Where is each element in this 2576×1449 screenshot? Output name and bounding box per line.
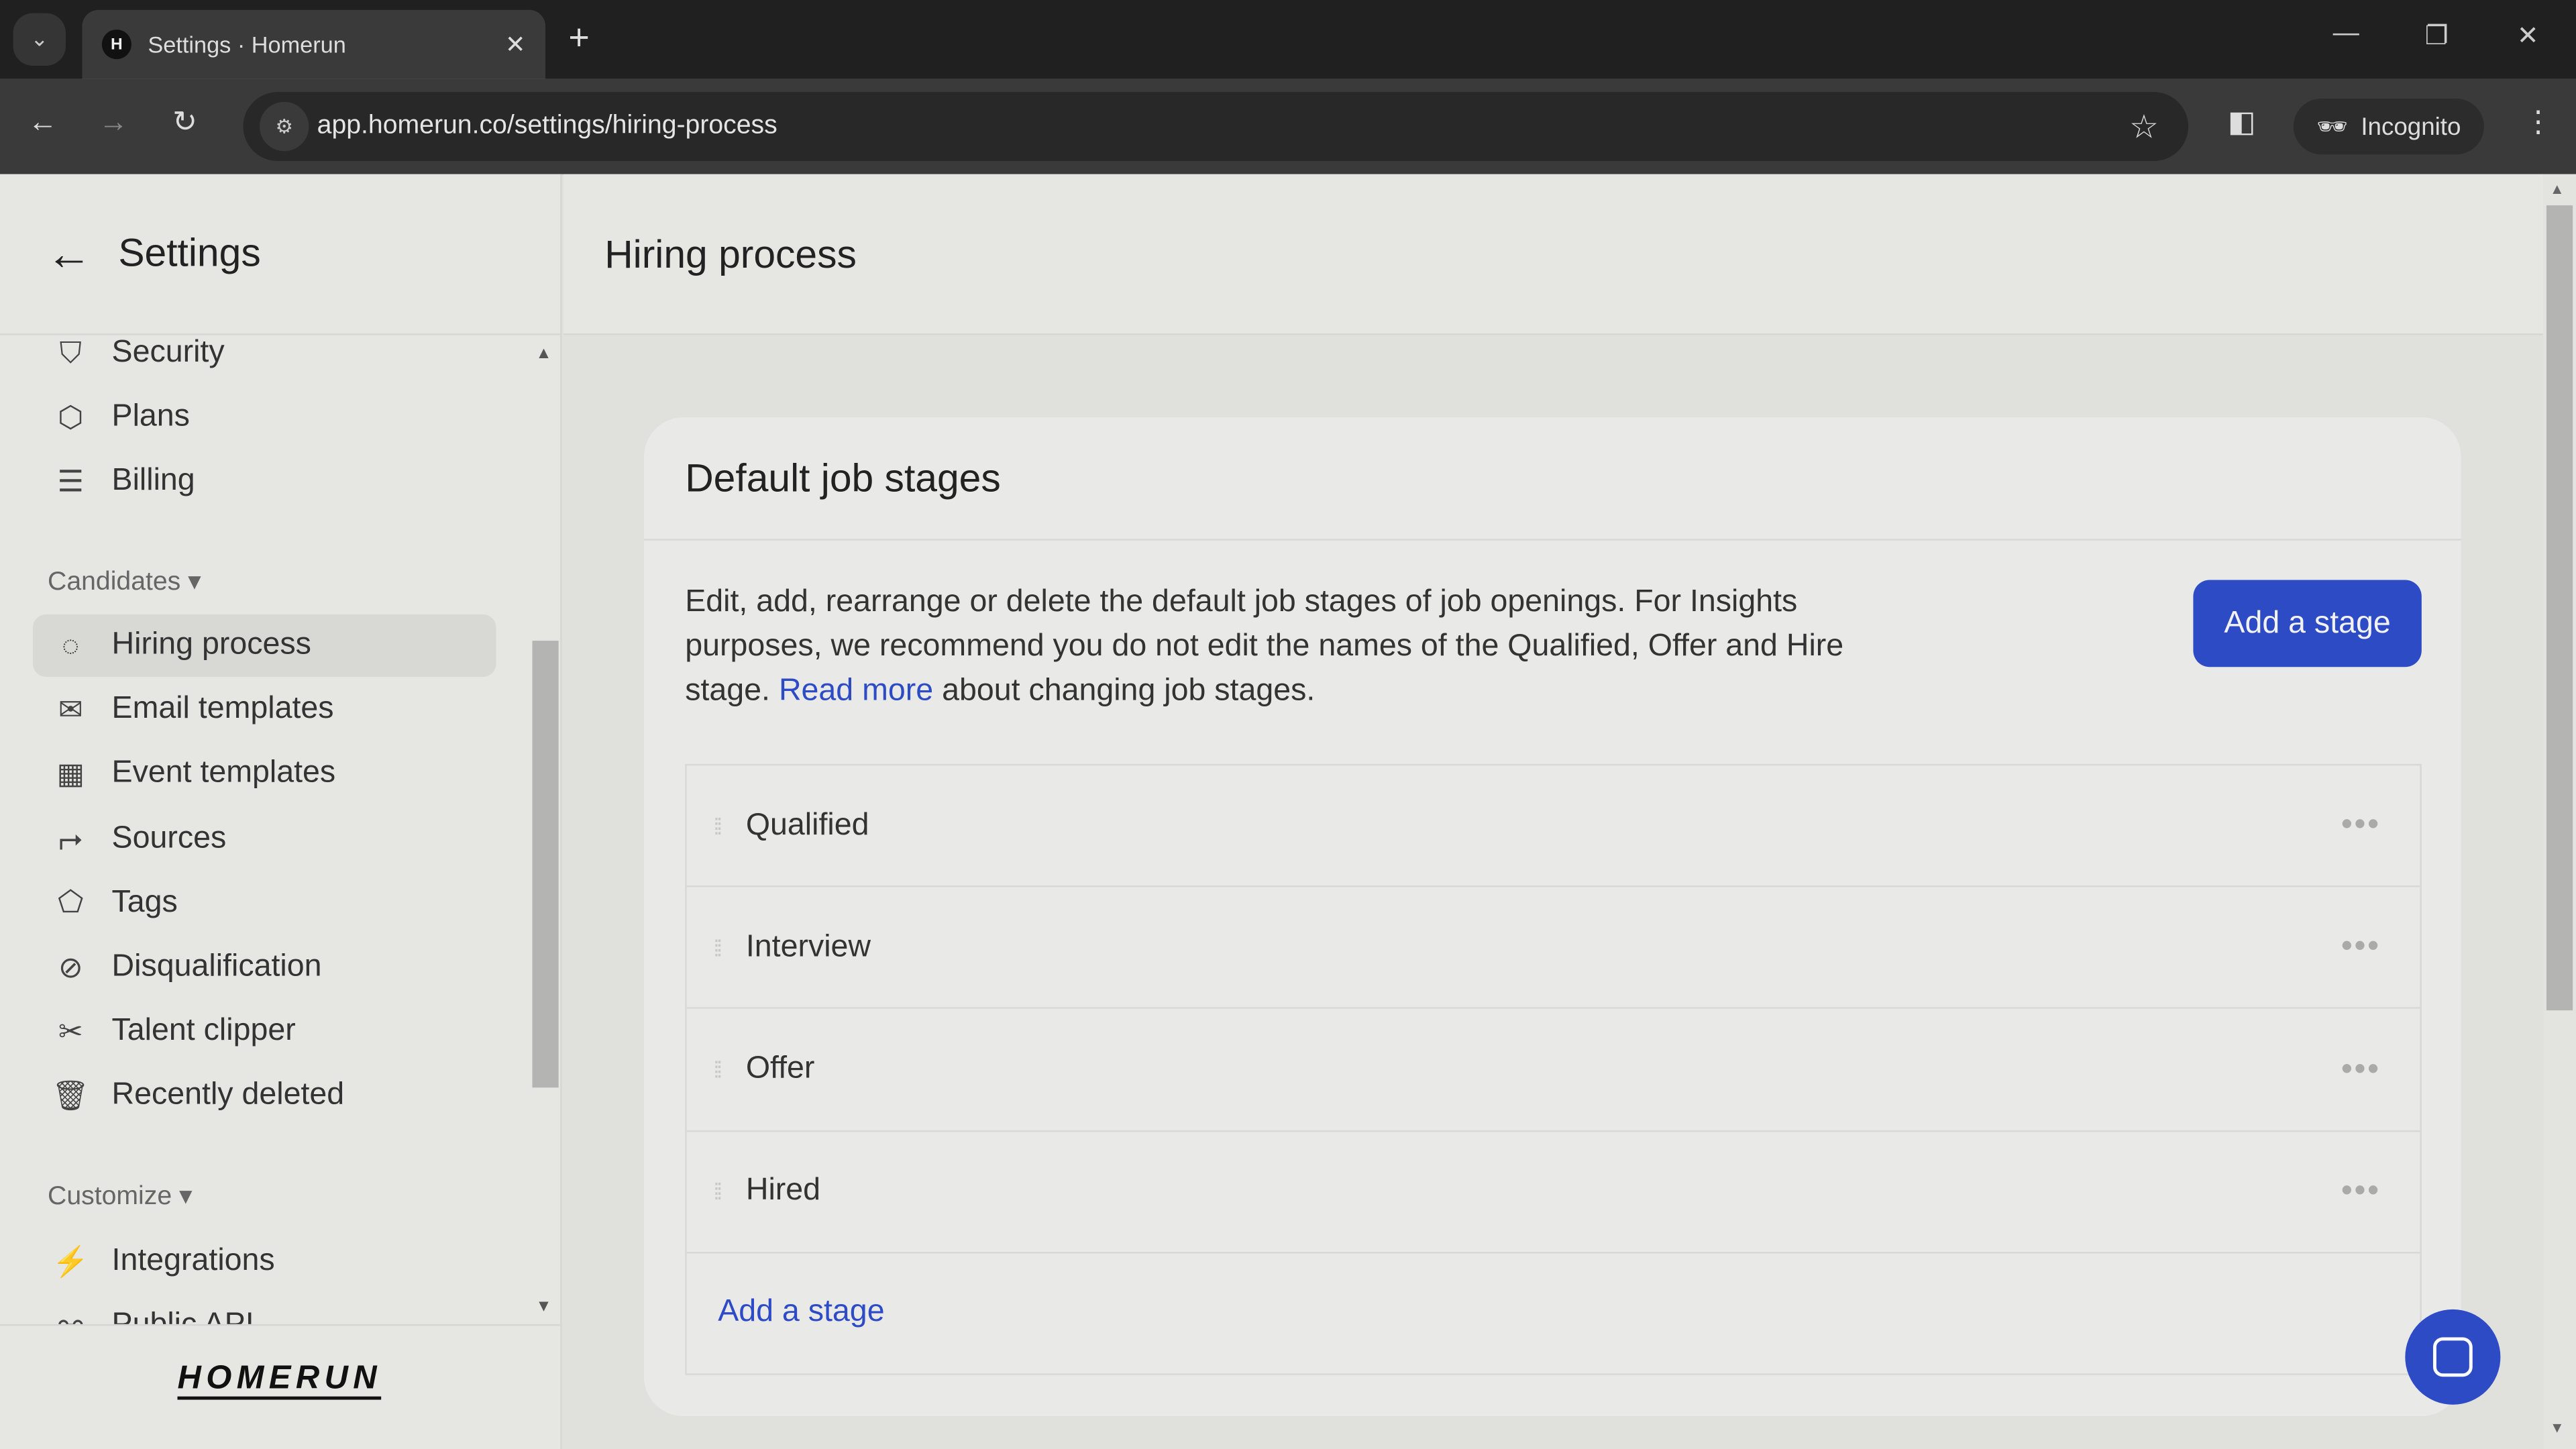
close-window-icon[interactable]: ✕ <box>2517 19 2539 52</box>
card-description: Edit, add, rearrange or delete the defau… <box>685 584 1844 708</box>
more-options-icon[interactable]: ••• <box>2341 1051 2381 1088</box>
default-job-stages-card: Default job stages Edit, add, rearrange … <box>644 417 2461 1417</box>
add-stage-link[interactable]: Add a stage <box>718 1295 884 1331</box>
add-stage-button[interactable]: Add a stage <box>2193 580 2422 667</box>
ban-icon: ⊘ <box>58 950 83 983</box>
homerun-logo: HOMERUN <box>177 1360 382 1400</box>
page-title: Hiring process <box>564 174 2544 335</box>
drag-handle-icon[interactable]: ⁞⁞ <box>687 1180 746 1203</box>
shield-icon: ⛉ <box>59 335 82 369</box>
sidebar-item-label: Billing <box>111 464 195 499</box>
sidebar-item-label: Talent clipper <box>111 1014 296 1049</box>
divider <box>644 539 2461 541</box>
drag-handle-icon[interactable]: ⁞⁞ <box>687 814 746 837</box>
chat-icon <box>2432 1337 2473 1377</box>
group-candidates[interactable]: Candidates ▾ <box>48 565 201 598</box>
page-scroll-down-icon[interactable]: ▼ <box>2550 1419 2565 1436</box>
page-scrollbar-thumb[interactable] <box>2546 205 2573 1011</box>
sidebar-item-disqualification[interactable]: ⊘ Disqualification <box>33 936 496 999</box>
trash-icon: 🗑 <box>52 1079 90 1112</box>
sidebar-item-label: Recently deleted <box>111 1078 345 1113</box>
settings-sidebar: ← Settings ⛉ Security ⬡ Plans ☰ Billing ◌ Hirin… <box>0 174 562 1449</box>
forward-icon[interactable]: → <box>99 105 128 140</box>
menu-icon[interactable]: ⋮ <box>2524 105 2553 140</box>
tag-icon: ⬠ <box>58 885 84 919</box>
sidebar-item-label: Hiring process <box>111 627 311 662</box>
sidebar-item-integrations[interactable]: ⚡ Integrations <box>33 1230 496 1293</box>
calendar-icon: ▦ <box>56 757 85 790</box>
incognito-icon: 🕶 <box>2316 113 2348 142</box>
sidebar-item-billing[interactable]: ☰ Billing <box>33 451 496 513</box>
bookmark-star-icon[interactable]: ☆ <box>2129 106 2159 147</box>
back-icon[interactable]: ← <box>28 105 58 140</box>
address-bar[interactable]: ⚙ app.homerun.co/settings/hiring-process… <box>243 92 2189 162</box>
stage-row[interactable]: ⁞⁞ Qualified ••• <box>686 765 2420 888</box>
stage-name: Offer <box>745 1051 815 1087</box>
chat-button[interactable] <box>2405 1309 2501 1405</box>
sidebar-scrollbar[interactable] <box>532 641 559 1088</box>
sidebar-item-label: Sources <box>111 820 227 855</box>
sidebar-item-event-templates[interactable]: ▦ Event templates <box>33 743 496 806</box>
stage-name: Interview <box>745 929 871 965</box>
read-more-link[interactable]: Read more <box>779 674 933 708</box>
source-icon: ⮣ <box>58 821 83 855</box>
tab-settings[interactable]: H Settings · Homerun ✕ <box>82 9 546 79</box>
stage-row[interactable]: ⁞⁞ Interview ••• <box>686 888 2420 1010</box>
sidebar-item-label: Disqualification <box>111 949 322 984</box>
box-icon: ⬡ <box>58 400 84 433</box>
plug-icon: ⚡ <box>52 1244 89 1278</box>
sidebar-item-plans[interactable]: ⬡ Plans <box>33 386 496 449</box>
sidebar-item-security[interactable]: ⛉ Security <box>33 322 496 384</box>
page-scroll-up-icon[interactable]: ▲ <box>2550 180 2565 197</box>
close-tab-icon[interactable]: ✕ <box>505 30 526 60</box>
group-customize[interactable]: Customize ▾ <box>48 1179 193 1212</box>
more-options-icon[interactable]: ••• <box>2341 1173 2381 1210</box>
sidebar-item-hiring-process[interactable]: ◌ Hiring process <box>32 614 496 677</box>
sidebar-item-talent-clipper[interactable]: ✂ Talent clipper <box>33 1001 496 1063</box>
back-arrow-icon[interactable]: ← <box>46 227 93 280</box>
new-tab-button[interactable]: + <box>568 16 589 59</box>
scissors-icon: ✂ <box>58 1014 83 1048</box>
sidebar-item-label: Tags <box>111 885 178 920</box>
favicon-icon: H <box>101 30 131 60</box>
tab-title: Settings · Homerun <box>148 31 346 58</box>
side-panel-icon[interactable]: ◧ <box>2228 105 2256 140</box>
sidebar-item-label: Email templates <box>111 692 334 727</box>
incognito-badge[interactable]: 🕶 Incognito <box>2293 98 2484 155</box>
stage-name: Hired <box>745 1173 821 1208</box>
minimize-icon[interactable]: — <box>2333 19 2359 49</box>
stages-list: ⁞⁞ Qualified ••• ⁞⁞ Interview ••• ⁞⁞ Offer ••• ⁞⁞… <box>685 763 2422 1375</box>
stage-name: Qualified <box>745 807 869 843</box>
sidebar-title: Settings <box>118 231 261 276</box>
restore-icon[interactable]: ❐ <box>2425 19 2449 52</box>
tab-search-button[interactable]: ⌄ <box>13 13 66 66</box>
card-title: Default job stages <box>685 456 1001 501</box>
sidebar-item-sources[interactable]: ⮣ Sources <box>33 808 496 870</box>
sidebar-item-recently-deleted[interactable]: 🗑 Recently deleted <box>33 1065 496 1128</box>
sidebar-item-email-templates[interactable]: ✉ Email templates <box>33 679 496 741</box>
url-text: app.homerun.co/settings/hiring-process <box>317 111 777 140</box>
stage-row[interactable]: ⁞⁞ Hired ••• <box>686 1132 2420 1254</box>
sidebar-item-label: Event templates <box>111 756 336 791</box>
mail-icon: ✉ <box>58 692 83 726</box>
scroll-down-icon[interactable]: ▼ <box>535 1298 551 1316</box>
scroll-up-icon[interactable]: ▲ <box>535 345 551 363</box>
stage-row[interactable]: ⁞⁞ Offer ••• <box>686 1010 2420 1132</box>
sidebar-item-label: Integrations <box>111 1243 275 1279</box>
drag-handle-icon[interactable]: ⁞⁞ <box>687 1058 746 1081</box>
more-options-icon[interactable]: ••• <box>2341 928 2381 966</box>
reload-icon[interactable]: ↻ <box>172 105 197 140</box>
sidebar-item-label: Plans <box>111 399 190 434</box>
drag-handle-icon[interactable]: ⁞⁞ <box>687 936 746 959</box>
sidebar-header: ← Settings <box>0 174 562 335</box>
site-info-icon[interactable]: ⚙ <box>259 101 309 152</box>
incognito-label: Incognito <box>2361 112 2461 141</box>
more-options-icon[interactable]: ••• <box>2341 806 2381 844</box>
receipt-icon: ☰ <box>57 464 85 498</box>
sidebar-item-label: Security <box>111 335 225 370</box>
sidebar-item-tags[interactable]: ⬠ Tags <box>33 872 496 934</box>
hiring-icon: ◌ <box>62 628 80 661</box>
